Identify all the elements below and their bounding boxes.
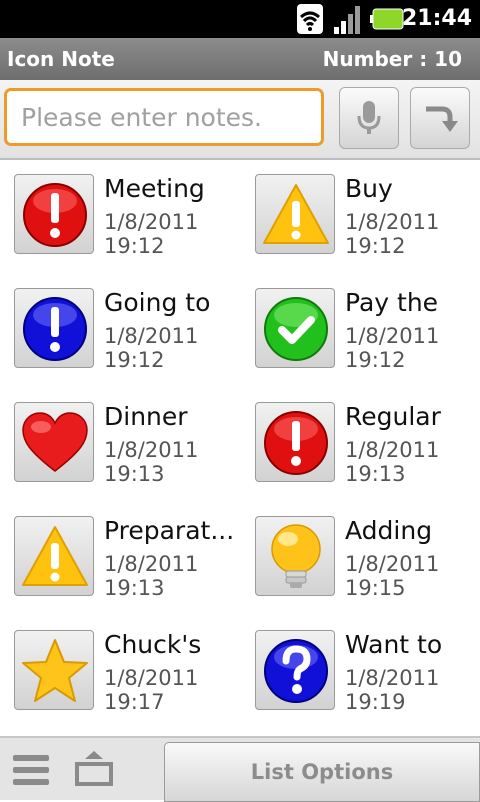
note-icon-button[interactable] bbox=[255, 402, 335, 482]
warning-triangle-icon bbox=[22, 526, 88, 586]
note-date: 1/8/2011 bbox=[345, 210, 440, 234]
note-time: 19:12 bbox=[104, 348, 165, 372]
note-item[interactable]: Meeting 1/8/2011 19:12 bbox=[14, 162, 250, 266]
warning-triangle-icon bbox=[263, 184, 329, 244]
note-title: Chuck's bbox=[104, 630, 202, 659]
note-date: 1/8/2011 bbox=[104, 210, 199, 234]
battery-icon bbox=[370, 8, 404, 30]
note-date: 1/8/2011 bbox=[345, 666, 440, 690]
clock: 21:44 bbox=[401, 6, 472, 31]
note-title: Preparat... bbox=[104, 516, 235, 545]
note-time: 19:19 bbox=[345, 690, 406, 714]
note-time: 19:13 bbox=[345, 462, 406, 486]
blue-exclamation-icon bbox=[23, 297, 87, 361]
note-icon-button[interactable] bbox=[14, 630, 94, 710]
note-title: Adding bbox=[345, 516, 433, 545]
note-item[interactable]: Preparat... 1/8/2011 19:13 bbox=[14, 504, 250, 608]
note-date: 1/8/2011 bbox=[345, 438, 440, 462]
list-options-button[interactable]: List Options bbox=[164, 742, 480, 802]
note-item[interactable]: Buy 1/8/2011 19:12 bbox=[255, 162, 480, 266]
app-title: Icon Note bbox=[7, 47, 115, 71]
note-title: Regular bbox=[345, 402, 441, 431]
note-item[interactable]: Pay the 1/8/2011 19:12 bbox=[255, 276, 480, 380]
note-time: 19:13 bbox=[104, 462, 165, 486]
note-time: 19:17 bbox=[104, 690, 165, 714]
note-date: 1/8/2011 bbox=[104, 666, 199, 690]
note-icon-button[interactable] bbox=[14, 516, 94, 596]
note-count: Number : 10 bbox=[322, 47, 462, 71]
note-title: Pay the bbox=[345, 288, 439, 317]
note-icon-button[interactable] bbox=[14, 288, 94, 368]
wifi-icon bbox=[297, 4, 323, 34]
turn-arrow-icon bbox=[426, 106, 458, 132]
note-icon-button[interactable] bbox=[255, 516, 335, 596]
note-icon-button[interactable] bbox=[14, 402, 94, 482]
note-input[interactable] bbox=[4, 88, 324, 146]
bottom-bar: List Options bbox=[0, 736, 480, 802]
microphone-icon bbox=[357, 101, 381, 134]
note-item[interactable]: Adding 1/8/2011 19:15 bbox=[255, 504, 480, 608]
note-title: Want to bbox=[345, 630, 443, 659]
blue-question-icon bbox=[264, 639, 328, 703]
note-title: Dinner bbox=[104, 402, 188, 431]
note-date: 1/8/2011 bbox=[345, 324, 440, 348]
heart-icon bbox=[22, 412, 88, 472]
star-icon bbox=[22, 639, 88, 702]
note-item[interactable]: Regular 1/8/2011 19:13 bbox=[255, 390, 480, 494]
note-grid: Meeting 1/8/2011 19:12 Buy 1/8/2011 19:1… bbox=[0, 162, 480, 734]
note-icon-button[interactable] bbox=[255, 174, 335, 254]
note-icon-button[interactable] bbox=[255, 288, 335, 368]
note-title: Buy bbox=[345, 174, 393, 203]
note-date: 1/8/2011 bbox=[104, 438, 199, 462]
note-item[interactable]: Going to 1/8/2011 19:12 bbox=[14, 276, 250, 380]
note-time: 19:12 bbox=[345, 234, 406, 258]
signal-icon bbox=[334, 6, 360, 34]
voice-input-button[interactable] bbox=[339, 87, 399, 149]
note-time: 19:12 bbox=[345, 348, 406, 372]
home-tray-icon[interactable] bbox=[74, 748, 114, 788]
lightbulb-icon bbox=[271, 524, 321, 588]
note-icon-button[interactable] bbox=[255, 630, 335, 710]
title-bar: Icon Note Number : 10 bbox=[0, 38, 480, 80]
submit-note-button[interactable] bbox=[410, 87, 470, 149]
note-date: 1/8/2011 bbox=[104, 324, 199, 348]
red-exclamation-icon bbox=[264, 411, 328, 475]
note-title: Meeting bbox=[104, 174, 205, 203]
input-row bbox=[0, 80, 480, 160]
note-date: 1/8/2011 bbox=[345, 552, 440, 576]
note-item[interactable]: Dinner 1/8/2011 19:13 bbox=[14, 390, 250, 494]
note-title: Going to bbox=[104, 288, 211, 317]
status-bar: 21:44 bbox=[0, 0, 480, 38]
note-icon-button[interactable] bbox=[14, 174, 94, 254]
note-item[interactable]: Chuck's 1/8/2011 19:17 bbox=[14, 618, 250, 722]
menu-icon[interactable] bbox=[12, 752, 50, 788]
green-check-icon bbox=[264, 297, 328, 361]
red-exclamation-icon bbox=[23, 183, 87, 247]
note-time: 19:15 bbox=[345, 576, 406, 600]
note-time: 19:13 bbox=[104, 576, 165, 600]
note-time: 19:12 bbox=[104, 234, 165, 258]
note-item[interactable]: Want to 1/8/2011 19:19 bbox=[255, 618, 480, 722]
note-date: 1/8/2011 bbox=[104, 552, 199, 576]
